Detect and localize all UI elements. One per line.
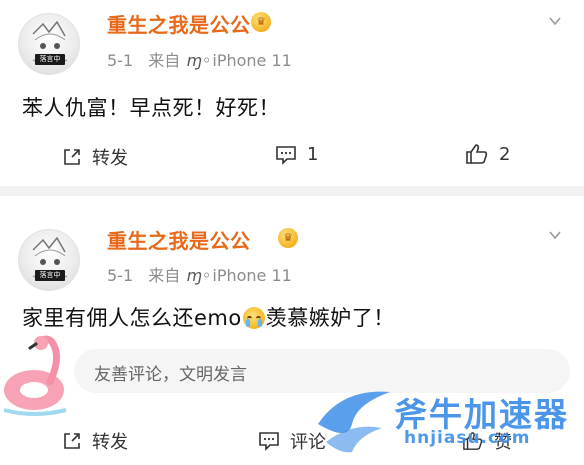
avatar[interactable]: 落言中 [18,13,80,75]
avatar-badge: 落言中 [35,54,65,65]
like-button[interactable]: 2 [465,143,510,165]
chevron-down-icon[interactable] [548,14,562,28]
avatar-badge: 落言中 [35,270,65,281]
comment-icon [259,432,279,451]
avatar-sketch-icon [32,20,68,65]
post-meta: 5-1 来自 ɱ◦iPhone 11 [107,262,292,286]
watermark: 斧牛加速器 hnjiasu.com [312,384,582,460]
chevron-down-icon[interactable] [548,228,562,242]
post-content: 苯人仇富！早点死！好死！ [22,96,280,120]
repost-label: 转发 [92,432,128,453]
device-name[interactable]: iPhone 11 [212,51,291,70]
weibo-post-1: 落言中 重生之我是公公 ♛ 5-1 来自 ɱ◦iPhone 11 苯人仇富！早点… [0,0,584,186]
comment-count: 1 [307,144,319,165]
device-name[interactable]: iPhone 11 [212,266,291,285]
comment-icon [276,145,296,165]
post-date: 5-1 [107,51,134,70]
like-count: 2 [499,143,511,165]
crying-emoji-icon [242,307,265,329]
post-content: 家里有佣人怎么还emo 羡慕嫉妒了！ [22,302,395,332]
comment-placeholder: 友善评论，文明发言 [94,365,247,385]
post-separator [0,186,584,196]
username[interactable]: 重生之我是公公 [107,225,251,254]
repost-button[interactable]: 转发 [62,144,128,170]
avatar-sketch-icon [32,236,68,281]
device-glyph: ɱ◦ [186,266,212,285]
username[interactable]: 重生之我是公公 [107,9,251,38]
source-prefix: 来自 [148,51,181,70]
avatar[interactable]: 落言中 [18,229,80,291]
vip-crown-icon: ♛ [251,12,271,32]
post-date: 5-1 [107,266,134,285]
device-glyph: ɱ◦ [186,51,212,70]
comment-button[interactable]: 1 [275,144,318,165]
repost-icon [64,149,80,165]
repost-icon [64,433,80,449]
repost-label: 转发 [92,148,128,169]
source-prefix: 来自 [148,266,181,285]
post-meta: 5-1 来自 ɱ◦iPhone 11 [107,47,292,71]
post-content-end: 羡慕嫉妒了！ [265,306,395,330]
vip-crown-icon: ♛ [278,228,298,248]
flamingo-float-icon [0,326,74,418]
like-icon [466,144,488,164]
watermark-logo-icon [318,391,390,453]
repost-button[interactable]: 转发 [62,428,128,454]
watermark-url: hnjiasu.com [404,428,531,448]
